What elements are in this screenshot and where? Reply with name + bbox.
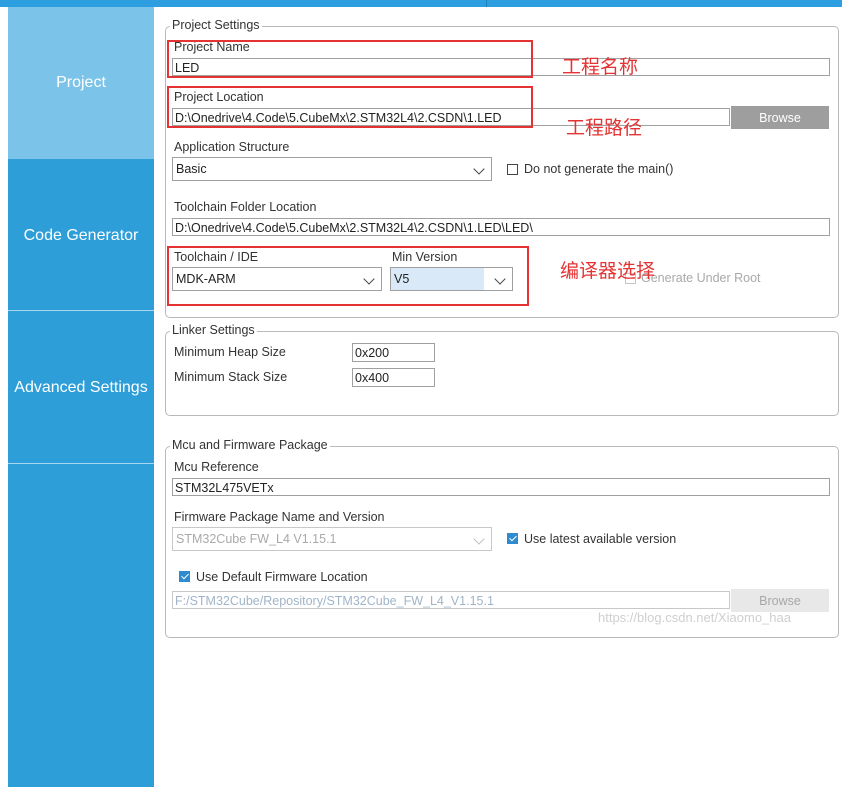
chevron-down-icon [473,163,485,175]
annotation-project-name: 工程名称 [562,56,639,78]
sidebar-item-project[interactable]: Project [8,7,154,159]
linker-settings-legend: Linker Settings [170,323,257,337]
use-default-location-label: Use Default Firmware Location [196,570,368,584]
heap-size-input[interactable]: 0x200 [352,343,435,362]
mcu-reference-input[interactable]: STM32L475VETx [172,478,830,496]
generate-under-root-label: Generate Under Root [641,271,761,285]
top-bar [0,0,842,7]
browse-location-button[interactable]: Browse [731,106,829,129]
sidebar: Project Code Generator Advanced Settings [0,7,155,787]
use-default-location-checkbox[interactable] [179,571,190,582]
mcu-reference-label: Mcu Reference [174,460,259,474]
mcu-firmware-legend: Mcu and Firmware Package [170,438,330,452]
sidebar-item-label: Advanced Settings [14,378,148,396]
watermark: https://blog.csdn.net/Xiaomo_haa [598,610,791,625]
application-structure-label: Application Structure [174,140,290,154]
sidebar-item-code-generator[interactable]: Code Generator [8,159,154,312]
annotation-project-path: 工程路径 [566,117,643,139]
heap-size-label: Minimum Heap Size [174,345,286,359]
stack-size-label: Minimum Stack Size [174,370,288,384]
top-bar-separator [486,0,487,7]
toolchain-folder-label: Toolchain Folder Location [174,200,317,214]
application-structure-value: Basic [176,162,207,176]
annotation-compiler: 编译器选择 [560,260,656,282]
firmware-location-input[interactable]: F:/STM32Cube/Repository/STM32Cube_FW_L4_… [172,591,730,609]
application-structure-select[interactable]: Basic [172,157,492,181]
firmware-package-value: STM32Cube FW_L4 V1.15.1 [176,532,337,546]
toolchain-folder-input[interactable]: D:\Onedrive\4.Code\5.CubeMx\2.STM32L4\2.… [172,218,830,236]
sidebar-item-label: Project [56,74,106,91]
firmware-package-select[interactable]: STM32Cube FW_L4 V1.15.1 [172,527,492,551]
sidebar-divider [8,463,154,464]
chevron-down-icon [473,533,485,545]
no-main-label: Do not generate the main() [524,162,674,176]
project-settings-legend: Project Settings [170,18,262,32]
sidebar-item-advanced-settings[interactable]: Advanced Settings [8,311,154,464]
stack-size-input[interactable]: 0x400 [352,368,435,387]
use-latest-checkbox[interactable] [507,533,518,544]
no-main-checkbox[interactable] [507,164,518,175]
annotation-box-toolchain [167,246,529,306]
firmware-package-label: Firmware Package Name and Version [174,510,385,524]
annotation-box-project-name [167,40,533,78]
browse-firmware-button[interactable]: Browse [731,589,829,612]
use-latest-label: Use latest available version [524,532,677,546]
annotation-box-project-location [167,86,533,128]
sidebar-item-label: Code Generator [23,226,139,244]
